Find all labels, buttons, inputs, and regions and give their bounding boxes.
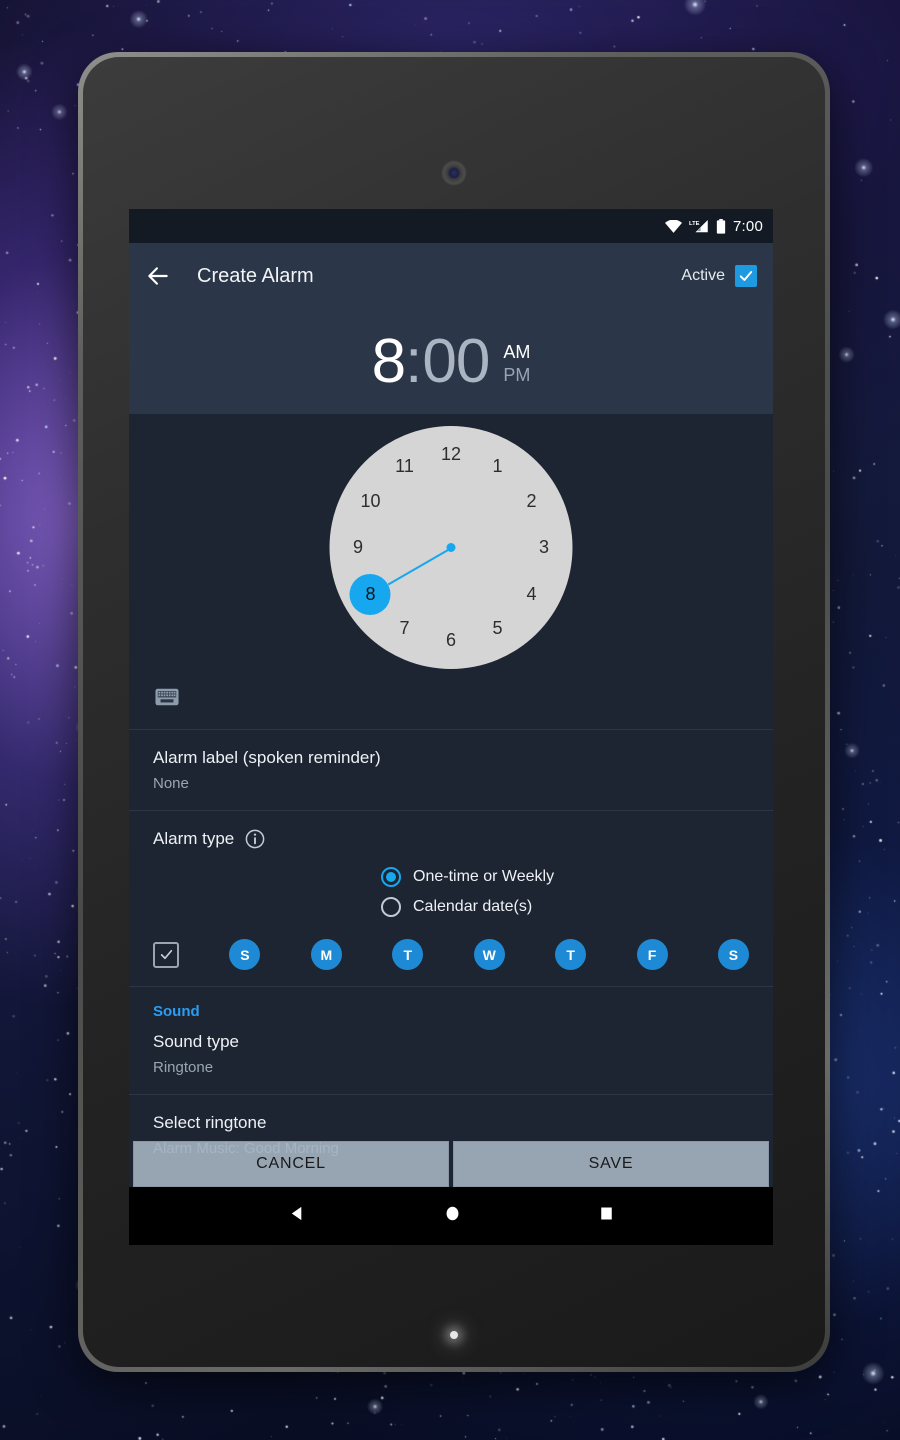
sound-type-title: Sound type [153, 1032, 749, 1052]
alarm-type-section: Alarm type One-time or Weekly Calendar d… [129, 811, 773, 986]
svg-text:LTE: LTE [689, 221, 700, 227]
alarm-label-title: Alarm label (spoken reminder) [153, 748, 749, 768]
day-pill-friday[interactable]: F [637, 939, 668, 970]
meridiem-selector: AM PM [503, 339, 530, 384]
clock-number-7[interactable]: 7 [390, 613, 420, 643]
active-label: Active [681, 267, 725, 285]
clock-picker[interactable]: 12 1 2 3 4 5 6 7 8 9 10 11 [129, 414, 773, 729]
tablet-bezel: LTE 7:00 Create Alarm Active 8: 00 AM P… [83, 57, 825, 1367]
radio-label: Calendar date(s) [413, 898, 532, 916]
status-bar-clock: 7:00 [733, 218, 763, 235]
wifi-icon [665, 220, 682, 233]
clock-number-8[interactable]: 8 [350, 574, 391, 615]
am-option[interactable]: AM [503, 343, 530, 361]
clock-hand [387, 547, 451, 585]
sound-type-row[interactable]: Sound type Ringtone [129, 1024, 773, 1094]
cancel-button[interactable]: CANCEL [133, 1141, 449, 1187]
time-separator: : [405, 331, 422, 393]
clock-number-3[interactable]: 3 [529, 533, 559, 563]
lte-signal-icon: LTE [689, 219, 709, 233]
status-bar: LTE 7:00 [129, 209, 773, 243]
alarm-type-header: Alarm type [129, 811, 773, 851]
radio-unselected-icon[interactable] [381, 897, 401, 917]
nav-back-triangle-icon[interactable] [288, 1204, 307, 1228]
tablet-device-frame: LTE 7:00 Create Alarm Active 8: 00 AM P… [78, 52, 830, 1372]
nav-recents-square-icon[interactable] [599, 1206, 614, 1226]
clock-number-9[interactable]: 9 [343, 533, 373, 563]
clock-number-11[interactable]: 11 [390, 452, 420, 482]
clock-center-dot [447, 543, 456, 552]
sound-type-value: Ringtone [153, 1059, 749, 1076]
select-ringtone-title: Select ringtone [153, 1113, 749, 1133]
day-pill-saturday[interactable]: S [718, 939, 749, 970]
day-pill-tuesday[interactable]: T [392, 939, 423, 970]
battery-icon [716, 219, 726, 234]
nav-home-circle-icon[interactable] [444, 1205, 461, 1227]
alarm-label-row[interactable]: Alarm label (spoken reminder) None [129, 730, 773, 810]
clock-number-6[interactable]: 6 [436, 626, 466, 656]
device-screen: LTE 7:00 Create Alarm Active 8: 00 AM P… [129, 209, 773, 1245]
day-pill-monday[interactable]: M [311, 939, 342, 970]
active-toggle[interactable]: Active [681, 265, 757, 287]
day-pill-wednesday[interactable]: W [474, 939, 505, 970]
radio-one-time-or-weekly[interactable]: One-time or Weekly [153, 867, 749, 887]
clock-face[interactable]: 12 1 2 3 4 5 6 7 8 9 10 11 [330, 426, 573, 669]
page-title: Create Alarm [197, 265, 681, 288]
clock-number-2[interactable]: 2 [517, 486, 547, 516]
dialog-action-bar: CANCEL SAVE [129, 1141, 773, 1187]
clock-number-5[interactable]: 5 [483, 613, 513, 643]
time-display-panel: 8 : 00 AM PM [129, 309, 773, 414]
radio-calendar-dates[interactable]: Calendar date(s) [153, 897, 749, 917]
alarm-type-options: One-time or Weekly Calendar date(s) [129, 851, 773, 929]
alarm-type-title: Alarm type [153, 829, 234, 849]
day-pill-sunday[interactable]: S [229, 939, 260, 970]
clock-number-10[interactable]: 10 [355, 486, 385, 516]
keyboard-icon[interactable] [155, 688, 179, 711]
clock-number-1[interactable]: 1 [483, 452, 513, 482]
clock-number-4[interactable]: 4 [517, 579, 547, 609]
clock-number-12[interactable]: 12 [436, 440, 466, 470]
pm-option[interactable]: PM [503, 366, 530, 384]
alarm-label-value: None [153, 775, 749, 792]
day-pill-thursday[interactable]: T [555, 939, 586, 970]
front-camera-icon [441, 160, 467, 186]
radio-selected-icon[interactable] [381, 867, 401, 887]
time-value: 8 : 00 AM PM [372, 331, 531, 393]
select-all-days-checkbox[interactable] [153, 942, 179, 968]
app-bar: Create Alarm Active [129, 243, 773, 309]
save-button[interactable]: SAVE [453, 1141, 769, 1187]
back-arrow-icon[interactable] [145, 263, 171, 289]
minute-value[interactable]: 00 [422, 331, 489, 393]
hour-value[interactable]: 8 [372, 331, 405, 393]
notification-led-icon [450, 1331, 458, 1339]
android-nav-bar [129, 1187, 773, 1245]
weekday-selector: S M T W T F S [129, 929, 773, 986]
sound-section-header: Sound [129, 987, 773, 1024]
info-icon[interactable] [245, 829, 265, 849]
active-checkbox[interactable] [735, 265, 757, 287]
radio-label: One-time or Weekly [413, 868, 554, 886]
